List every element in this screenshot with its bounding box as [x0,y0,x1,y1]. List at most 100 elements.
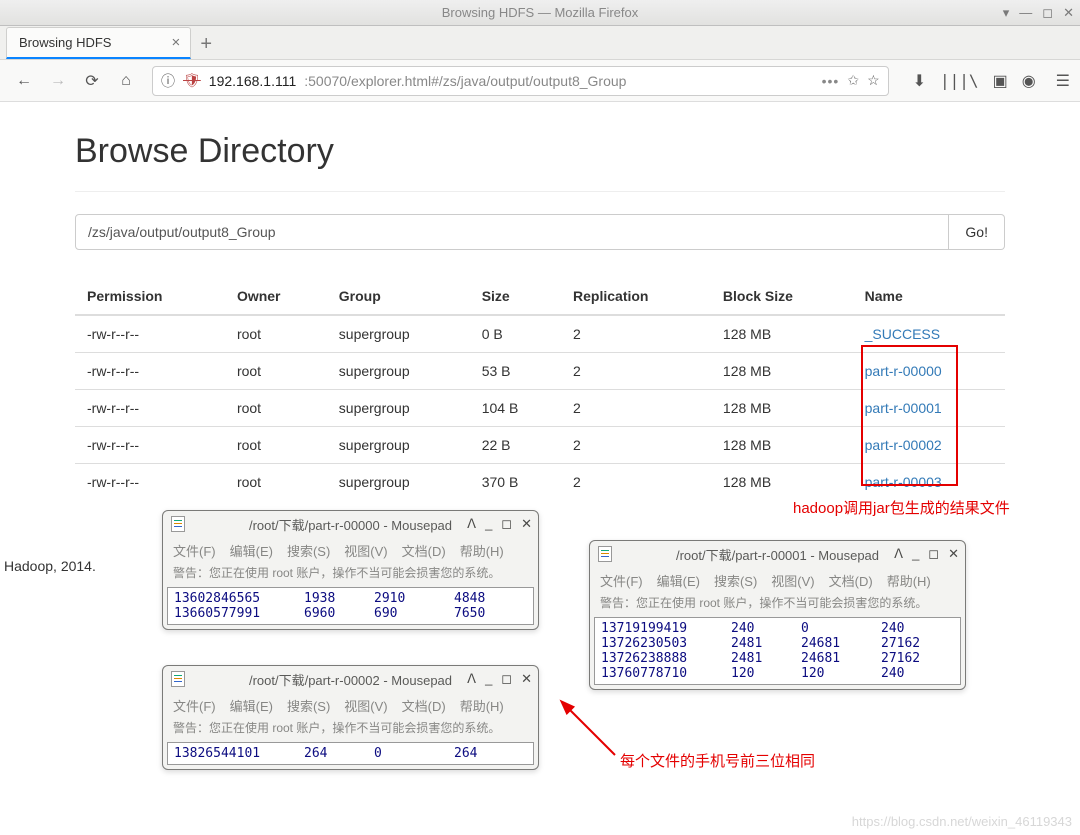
data-cell: 13602846565 [174,591,304,606]
cell-perm: -rw-r--r-- [75,390,225,427]
col-permission: Permission [75,278,225,315]
mp-menu-item[interactable]: 搜索(S) [287,696,330,715]
mp-menu-item[interactable]: 编辑(E) [657,571,700,590]
go-button[interactable]: Go! [949,214,1005,250]
sidebar-icon[interactable]: ▣ [993,71,1008,91]
cell-block: 128 MB [711,315,853,353]
cell-size: 0 B [470,315,561,353]
divider [75,191,1005,192]
page-actions-icon[interactable]: ••• [822,73,840,89]
mp-menu-item[interactable]: 文件(F) [173,696,216,715]
mp-menu-item[interactable]: 帮助(H) [460,696,504,715]
mp-menu-item[interactable]: 编辑(E) [230,696,273,715]
data-cell: 13726230503 [601,636,731,651]
col-owner: Owner [225,278,327,315]
mp-menu-item[interactable]: 帮助(H) [887,571,931,590]
mp-menu-item[interactable]: 文档(D) [402,696,446,715]
mp-max-icon[interactable]: ◻ [501,671,512,687]
cell-rep: 2 [561,315,711,353]
cell-group: supergroup [327,464,470,501]
data-cell: 13826544101 [174,746,304,761]
mp-menu-item[interactable]: 文件(F) [173,541,216,560]
mp-menu-item[interactable]: 视图(V) [344,541,387,560]
col-group: Group [327,278,470,315]
account-icon[interactable]: ◉ [1022,71,1036,91]
url-bar[interactable]: ⓘ 🛡 192.168.1.111:50070/explorer.html#/z… [152,66,889,96]
data-cell: 240 [881,666,951,681]
forward-button[interactable]: → [44,67,72,95]
mp-warning: 警告：您正在使用 root 账户，操作不当可能会损害您的系统。 [163,562,538,587]
path-input[interactable] [75,214,949,250]
data-cell: 13760778710 [601,666,731,681]
data-cell: 6960 [304,606,374,621]
cell-perm: -rw-r--r-- [75,353,225,390]
window-close-icon[interactable]: ✕ [1063,5,1074,21]
mp-max-icon[interactable]: ◻ [501,516,512,532]
menu-icon[interactable]: ☰ [1056,71,1070,91]
cell-size: 104 B [470,390,561,427]
mp-close-icon[interactable]: ✕ [948,546,959,562]
document-icon [171,516,185,532]
library-icon[interactable]: |||\ [940,71,979,91]
back-button[interactable]: ← [10,67,38,95]
cell-block: 128 MB [711,464,853,501]
window-titlebar: Browsing HDFS — Mozilla Firefox ▾ — ◻ ✕ [0,0,1080,26]
cell-group: supergroup [327,427,470,464]
reader-icon[interactable]: ✩ [847,72,859,89]
mp0-title: /root/下载/part-r-00000 - Mousepad [249,515,452,534]
file-link[interactable]: _SUCCESS [865,326,940,342]
cell-perm: -rw-r--r-- [75,427,225,464]
mp-menu-item[interactable]: 帮助(H) [460,541,504,560]
tab-close-icon[interactable]: × [171,34,180,51]
cell-block: 128 MB [711,353,853,390]
mp-menu-item[interactable]: 文档(D) [402,541,446,560]
tab-browsing-hdfs[interactable]: Browsing HDFS × [6,27,191,59]
bookmark-icon[interactable]: ☆ [867,72,880,89]
mp-text-area[interactable]: 1360284656519382910484813660577991696069… [167,587,534,625]
window-minimize-icon[interactable]: — [1019,5,1032,21]
mp-min-icon[interactable]: _ [485,516,492,532]
mp-menu-item[interactable]: 视图(V) [344,696,387,715]
window-min-icon[interactable]: ▾ [1003,5,1010,21]
mp-close-icon[interactable]: ✕ [521,671,532,687]
data-cell: 240 [731,621,801,636]
mp-min-icon[interactable]: _ [912,546,919,562]
tab-strip: Browsing HDFS × + [0,26,1080,60]
mp-menu-item[interactable]: 视图(V) [771,571,814,590]
url-path: :50070/explorer.html#/zs/java/output/out… [304,73,626,89]
mp-min-icon[interactable]: _ [485,671,492,687]
reload-button[interactable]: ⟳ [78,67,106,95]
data-cell: 0 [801,621,881,636]
mousepad-window-2[interactable]: /root/下载/part-r-00002 - Mousepad ᐱ _ ◻ ✕… [162,665,539,770]
mousepad-window-0[interactable]: /root/下载/part-r-00000 - Mousepad ᐱ _ ◻ ✕… [162,510,539,630]
mp-menubar[interactable]: 文件(F) 编辑(E) 搜索(S) 视图(V) 文档(D) 帮助(H) [163,537,538,562]
info-icon[interactable]: ⓘ [161,71,175,91]
cell-perm: -rw-r--r-- [75,315,225,353]
shield-icon[interactable]: 🛡 [183,72,201,89]
mp-roll-icon[interactable]: ᐱ [467,516,476,532]
mp2-title: /root/下载/part-r-00002 - Mousepad [249,670,452,689]
data-cell: 120 [801,666,881,681]
mp1-title: /root/下载/part-r-00001 - Mousepad [676,545,879,564]
new-tab-button[interactable]: + [191,29,221,59]
mp-roll-icon[interactable]: ᐱ [467,671,476,687]
window-maximize-icon[interactable]: ◻ [1042,5,1053,21]
mp-text-area[interactable]: 138265441012640264 [167,742,534,765]
mp-max-icon[interactable]: ◻ [928,546,939,562]
mp-text-area[interactable]: 1371919941924002401372623050324812468127… [594,617,961,685]
mp-menu-item[interactable]: 搜索(S) [714,571,757,590]
mp-menu-item[interactable]: 搜索(S) [287,541,330,560]
mp-close-icon[interactable]: ✕ [521,516,532,532]
downloads-icon[interactable]: ⬇ [913,71,926,91]
mp-menu-item[interactable]: 编辑(E) [230,541,273,560]
mp-roll-icon[interactable]: ᐱ [894,546,903,562]
cell-rep: 2 [561,464,711,501]
mp-menubar[interactable]: 文件(F) 编辑(E) 搜索(S) 视图(V) 文档(D) 帮助(H) [590,567,965,592]
mp-menu-item[interactable]: 文件(F) [600,571,643,590]
home-button[interactable]: ⌂ [112,67,140,95]
cell-group: supergroup [327,390,470,427]
page-title: Browse Directory [75,132,1005,171]
mp-menubar[interactable]: 文件(F) 编辑(E) 搜索(S) 视图(V) 文档(D) 帮助(H) [163,692,538,717]
mp-menu-item[interactable]: 文档(D) [829,571,873,590]
mousepad-window-1[interactable]: /root/下载/part-r-00001 - Mousepad ᐱ _ ◻ ✕… [589,540,966,690]
